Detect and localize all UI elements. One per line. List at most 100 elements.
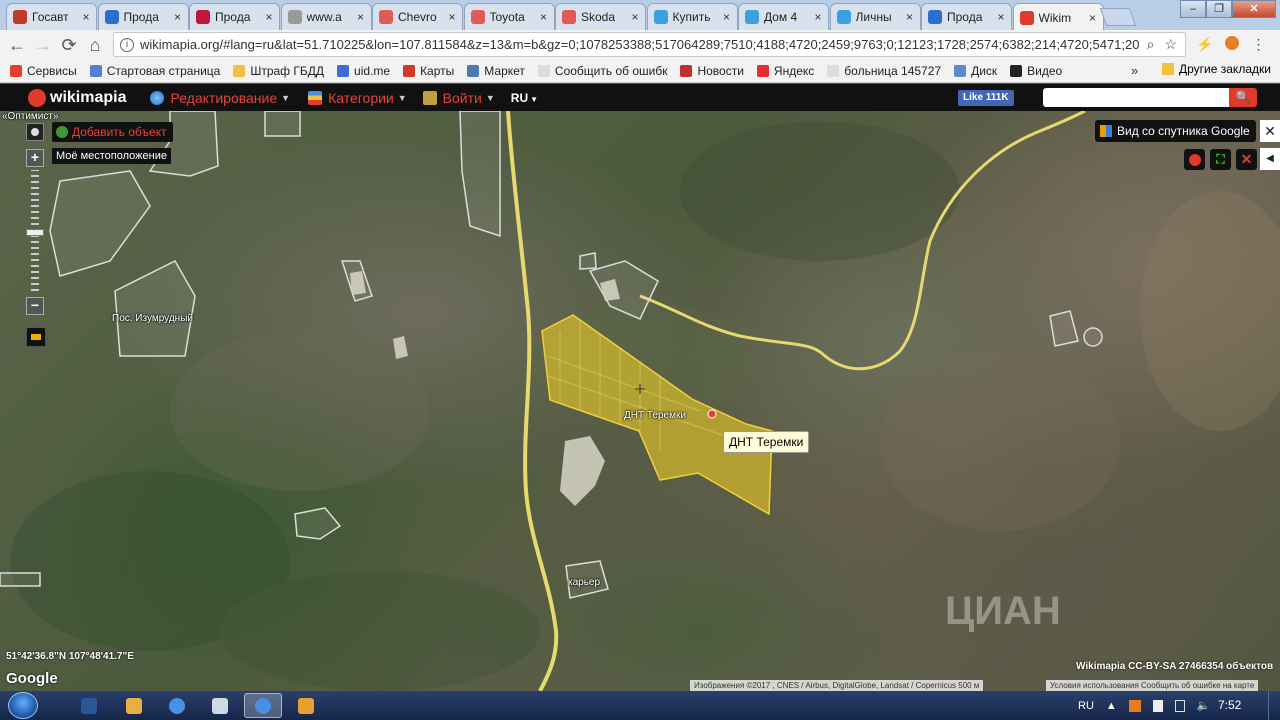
bookmark-item[interactable]: Сообщить об ошибк (537, 64, 667, 78)
sidebar-toggle-button[interactable]: ◀ (1260, 148, 1280, 170)
tray-flag-icon[interactable] (1152, 699, 1163, 712)
add-object-button[interactable]: Добавить объект (52, 122, 173, 142)
url-text[interactable]: wikimapia.org/#lang=ru&lat=51.710225&lon… (140, 37, 1139, 52)
menu-login[interactable]: Войти ▼ (422, 90, 495, 106)
maximize-button[interactable]: ❐ (1206, 0, 1232, 18)
stop-tool-button[interactable] (1184, 149, 1205, 170)
address-bar[interactable]: i wikimapia.org/#lang=ru&lat=51.710225&l… (113, 32, 1186, 57)
close-window-button[interactable]: ✕ (1232, 0, 1276, 18)
volume-icon[interactable]: 🔈 (1197, 699, 1211, 712)
browser-tab[interactable]: Дом 4 × (738, 3, 829, 30)
zoom-slider-thumb[interactable] (26, 228, 44, 236)
wikimapia-logo[interactable]: wikimapia (28, 88, 126, 107)
start-button[interactable] (8, 692, 38, 719)
browser-tab[interactable]: Госавт × (6, 3, 97, 30)
taskbar-editor[interactable] (287, 693, 325, 718)
bookmark-item[interactable]: Маркет (467, 64, 525, 78)
record-button[interactable] (26, 123, 44, 141)
satellite-view-toggle[interactable]: Вид со спутника Google (1095, 120, 1256, 142)
browser-tab[interactable]: Прода × (189, 3, 280, 30)
bookmark-item[interactable]: Диск (954, 64, 997, 78)
browser-tab[interactable]: Прода × (921, 3, 1012, 30)
map-search-input[interactable] (1043, 88, 1229, 107)
zoom-out-button[interactable]: − (26, 297, 44, 315)
tab-close-icon[interactable]: × (446, 10, 458, 24)
browser-tab[interactable]: Skoda × (555, 3, 646, 30)
bookmark-item[interactable]: Новости (680, 64, 744, 78)
bookmark-item[interactable]: Сервисы (10, 64, 77, 78)
language-selector[interactable]: RU ▼ (511, 91, 538, 105)
satellite-map[interactable]: «Оптимист» Пос. Изумрудный ДНТ Теремки к… (0, 111, 1280, 691)
taskbar-chrome[interactable] (158, 693, 196, 718)
tab-close-icon[interactable]: × (263, 10, 275, 24)
zoom-icon[interactable]: ⌕ (1147, 36, 1155, 53)
reload-button[interactable]: ⟳ (58, 34, 80, 56)
browser-tab[interactable]: Прода × (97, 3, 189, 30)
extension-avatar-icon[interactable] (1225, 36, 1240, 50)
menu-icon[interactable]: ⋮ (1251, 36, 1265, 53)
tab-close-icon[interactable]: × (629, 10, 641, 24)
facebook-like-button[interactable]: Like 111K (958, 90, 1014, 106)
tray-expand-icon[interactable]: ▲ (1106, 700, 1117, 712)
map-label-optimist[interactable]: «Оптимист» (2, 111, 59, 122)
tab-close-icon[interactable]: × (172, 10, 184, 24)
map-label-karier[interactable]: карьер (568, 577, 600, 588)
bookmark-item[interactable]: Штраф ГБДД (233, 64, 324, 78)
menu-categories[interactable]: Категории ▼ (308, 90, 407, 106)
info-icon[interactable]: i (120, 37, 134, 52)
tab-close-icon[interactable]: × (355, 10, 367, 24)
new-tab-button[interactable] (1099, 8, 1137, 26)
tab-close-icon[interactable]: × (1087, 11, 1099, 25)
forward-button[interactable]: → (32, 34, 54, 56)
browser-tab[interactable]: Toyota × (463, 3, 555, 30)
tab-label: Дом 4 (764, 10, 798, 24)
home-button[interactable]: ⌂ (84, 34, 106, 56)
taskbar-word[interactable] (70, 693, 108, 718)
taskbar-notepad[interactable] (201, 693, 239, 718)
close-panel-button[interactable]: ✕ (1260, 120, 1280, 142)
tab-label: Skoda (581, 10, 616, 24)
language-indicator[interactable]: RU (1078, 700, 1094, 712)
bookmark-item[interactable]: больница 145727 (827, 64, 941, 78)
bookmark-item[interactable]: Карты (403, 64, 454, 78)
browser-tab[interactable]: Купить × (646, 3, 738, 30)
bookmark-item[interactable]: Стартовая страница (89, 64, 220, 78)
browser-tab[interactable]: Wikim × (1012, 3, 1104, 31)
fullscreen-tool-button[interactable]: ⛶ (1210, 149, 1231, 170)
browser-tab[interactable]: Личны × (829, 3, 921, 30)
minimize-button[interactable]: – (1180, 0, 1206, 18)
tab-close-icon[interactable]: × (812, 10, 824, 24)
terms-links[interactable]: Условия использования Сообщить об ошибке… (1046, 680, 1259, 691)
tab-close-icon[interactable]: × (538, 10, 550, 24)
bookmark-item[interactable]: Яндекс (756, 64, 814, 78)
map-label-izumrudny[interactable]: Пос. Изумрудный (112, 313, 193, 324)
map-label-teremki[interactable]: ДНТ Теремки (624, 410, 686, 421)
map-search-button[interactable]: 🔍 (1229, 88, 1257, 107)
tab-close-icon[interactable]: × (995, 10, 1007, 24)
menu-edit[interactable]: Редактирование ▼ (150, 90, 290, 106)
extension-bolt-icon[interactable]: ⚡ (1196, 36, 1213, 53)
clock[interactable]: 7:52 (1218, 698, 1241, 712)
place-pin-icon[interactable] (707, 409, 717, 419)
tray-app-icon[interactable] (1128, 699, 1141, 712)
network-icon[interactable] (1174, 699, 1185, 712)
bookmark-item[interactable]: Видео (1010, 64, 1062, 78)
bookmarks-overflow-button[interactable]: » (1131, 63, 1138, 78)
other-bookmarks[interactable]: Другие закладки (1162, 62, 1271, 76)
zoom-slider[interactable] (26, 170, 44, 294)
show-desktop-button[interactable] (1268, 691, 1280, 720)
bookmark-item[interactable]: uid.me (337, 64, 390, 78)
back-button[interactable]: ← (6, 34, 28, 56)
taskbar-chrome-active[interactable] (244, 693, 282, 718)
zoom-in-button[interactable]: + (26, 149, 44, 167)
layers-button[interactable] (26, 327, 46, 347)
browser-tab[interactable]: www.a × (280, 3, 372, 30)
bookmark-star-icon[interactable]: ☆ (1164, 36, 1177, 53)
close-tool-button[interactable]: ✕ (1236, 149, 1257, 170)
tab-close-icon[interactable]: × (904, 10, 916, 24)
browser-tab[interactable]: Chevro × (372, 3, 463, 30)
tab-close-icon[interactable]: × (721, 10, 733, 24)
my-location-button[interactable]: Моё местоположение (52, 148, 171, 164)
taskbar-explorer[interactable] (115, 693, 153, 718)
tab-close-icon[interactable]: × (80, 10, 92, 24)
